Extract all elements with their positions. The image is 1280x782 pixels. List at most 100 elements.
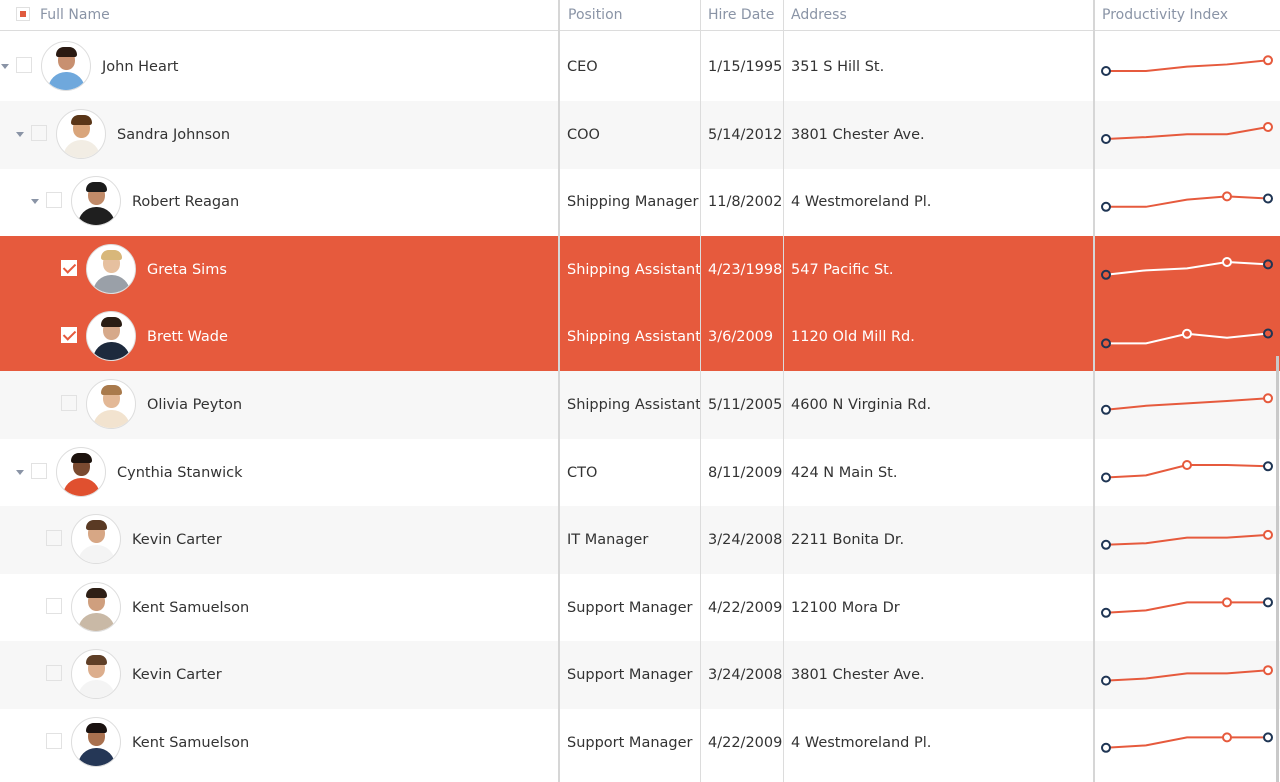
avatar [71, 649, 121, 700]
productivity-sparkline [1101, 328, 1273, 349]
row-checkbox[interactable] [31, 462, 47, 479]
address-cell: 351 S Hill St. [791, 59, 885, 75]
table-row[interactable]: Kevin Carter IT Manager 3/24/2008 2211 Boni… [0, 506, 1280, 575]
hire-date-cell: 5/11/2005 [708, 397, 783, 413]
sparkline-line [1105, 736, 1268, 749]
position-cell: IT Manager [567, 532, 649, 549]
employee-name: Sandra Johnson [117, 126, 231, 143]
address-cell: 12100 Mora Dr [791, 599, 900, 616]
position-cell: COO [567, 126, 600, 143]
position-cell: Support Manager [567, 667, 693, 684]
hire-date-cell: 4/23/1998 [708, 261, 783, 278]
expand-toggle-icon[interactable] [1, 64, 9, 69]
position-cell: Shipping Assistant [567, 329, 701, 346]
productivity-sparkline [1101, 121, 1273, 144]
sparkline-minmax-point [1101, 675, 1111, 686]
avatar [86, 379, 136, 429]
row-checkbox[interactable] [61, 395, 77, 411]
address-cell: 4 Westmoreland Pl. [791, 194, 932, 211]
column-divider[interactable] [700, 0, 701, 782]
table-row[interactable]: Greta Sims Shipping Assistant 4/23/1998 547… [0, 235, 1280, 304]
sparkline-highlight-point [1263, 530, 1273, 541]
column-header-full-name[interactable]: Full Name [32, 0, 558, 30]
row-checkbox[interactable] [46, 733, 62, 749]
productivity-sparkline [1101, 393, 1273, 415]
row-checkbox[interactable] [61, 327, 77, 344]
sparkline-minmax-point [1263, 460, 1273, 471]
table-row[interactable]: Cynthia Stanwick CTO 8/11/2009 424 N Main S… [0, 439, 1280, 507]
table-row[interactable]: Kent Samuelson Support Manager 4/22/2009 12… [0, 574, 1280, 642]
employee-name: Cynthia Stanwick [117, 464, 243, 481]
hire-date-cell: 11/8/2002 [708, 194, 783, 211]
productivity-sparkline [1101, 732, 1273, 753]
hire-date-cell: 8/11/2009 [708, 464, 783, 481]
column-header-productivity-index[interactable]: Productivity Index [1094, 0, 1280, 30]
sparkline-highlight-point [1222, 256, 1232, 267]
sparkline-minmax-point [1263, 732, 1273, 743]
sparkline-minmax-point [1263, 193, 1273, 204]
avatar [71, 514, 121, 565]
table-row[interactable]: Kevin Carter Support Manager 3/24/2008 3801… [0, 641, 1280, 710]
table-row[interactable]: Brett Wade Shipping Assistant 3/6/2009 1120… [0, 303, 1280, 372]
header-row: Full Name Position Hire Date Address Pro… [0, 0, 1280, 31]
column-divider[interactable] [1093, 0, 1095, 782]
row-checkbox[interactable] [31, 124, 47, 141]
expand-toggle-icon[interactable] [16, 131, 24, 137]
row-checkbox[interactable] [16, 57, 32, 73]
select-all-checkbox[interactable] [16, 7, 30, 21]
avatar [71, 176, 121, 227]
sparkline-minmax-point [1101, 201, 1111, 212]
row-checkbox[interactable] [46, 192, 62, 209]
column-header-address[interactable]: Address [783, 0, 1094, 30]
sparkline-line [1105, 260, 1269, 276]
sparkline-highlight-point [1263, 665, 1273, 676]
sparkline-minmax-point [1101, 607, 1111, 618]
sparkline-minmax-point [1101, 269, 1111, 280]
sparkline-minmax-point [1101, 404, 1111, 415]
sparkline-highlight-point [1263, 55, 1273, 66]
column-header-position[interactable]: Position [560, 0, 700, 30]
tree-list-grid: Full Name Position Hire Date Address Pro… [0, 0, 1280, 782]
vertical-scrollbar[interactable] [1276, 356, 1279, 782]
sparkline-highlight-point [1182, 329, 1192, 340]
sparkline-highlight-point [1263, 393, 1273, 404]
expand-toggle-icon[interactable] [31, 199, 39, 205]
hire-date-cell: 4/22/2009 [708, 599, 783, 616]
address-cell: 1120 Old Mill Rd. [791, 329, 915, 346]
sparkline-minmax-point [1101, 66, 1111, 76]
table-row[interactable]: Kent Samuelson Support Manager 4/22/2009 4 … [0, 709, 1280, 777]
table-row[interactable]: Robert Reagan Shipping Manager 11/8/2002 4 … [0, 168, 1280, 236]
employee-name: John Heart [102, 59, 179, 75]
position-cell: Shipping Assistant [567, 261, 701, 278]
sparkline-minmax-point [1101, 742, 1111, 753]
sparkline-minmax-point [1263, 328, 1273, 339]
sparkline-minmax-point [1101, 539, 1111, 550]
table-row[interactable]: John Heart CEO 1/15/1995 351 S Hill St. [0, 33, 1280, 101]
table-row[interactable]: Olivia Peyton Shipping Assistant 5/11/2005… [0, 371, 1280, 439]
column-divider[interactable] [783, 0, 784, 782]
position-cell: Support Manager [567, 735, 693, 751]
productivity-sparkline [1101, 55, 1273, 76]
row-checkbox[interactable] [46, 530, 62, 547]
column-header-hire-date[interactable]: Hire Date [700, 0, 783, 30]
table-row[interactable]: Sandra Johnson COO 5/14/2012 3801 Chester A… [0, 100, 1280, 169]
row-checkbox[interactable] [46, 597, 62, 614]
expand-toggle-icon[interactable] [16, 469, 24, 475]
avatar [86, 311, 136, 362]
hire-date-cell: 5/14/2012 [708, 126, 783, 143]
avatar [86, 243, 136, 294]
sparkline-line [1105, 601, 1268, 614]
address-cell: 4600 N Virginia Rd. [791, 397, 932, 413]
column-divider[interactable] [558, 0, 560, 782]
sparkline-line [1106, 59, 1269, 72]
row-checkbox[interactable] [61, 259, 77, 276]
sparkline-minmax-point [1101, 133, 1111, 144]
address-cell: 547 Pacific St. [791, 261, 894, 278]
employee-name: Brett Wade [147, 329, 228, 346]
employee-name: Greta Sims [147, 261, 227, 278]
row-checkbox[interactable] [46, 665, 62, 682]
employee-name: Kevin Carter [132, 667, 222, 684]
productivity-sparkline [1101, 530, 1273, 550]
sparkline-line [1105, 397, 1269, 411]
sparkline-line [1105, 125, 1269, 140]
